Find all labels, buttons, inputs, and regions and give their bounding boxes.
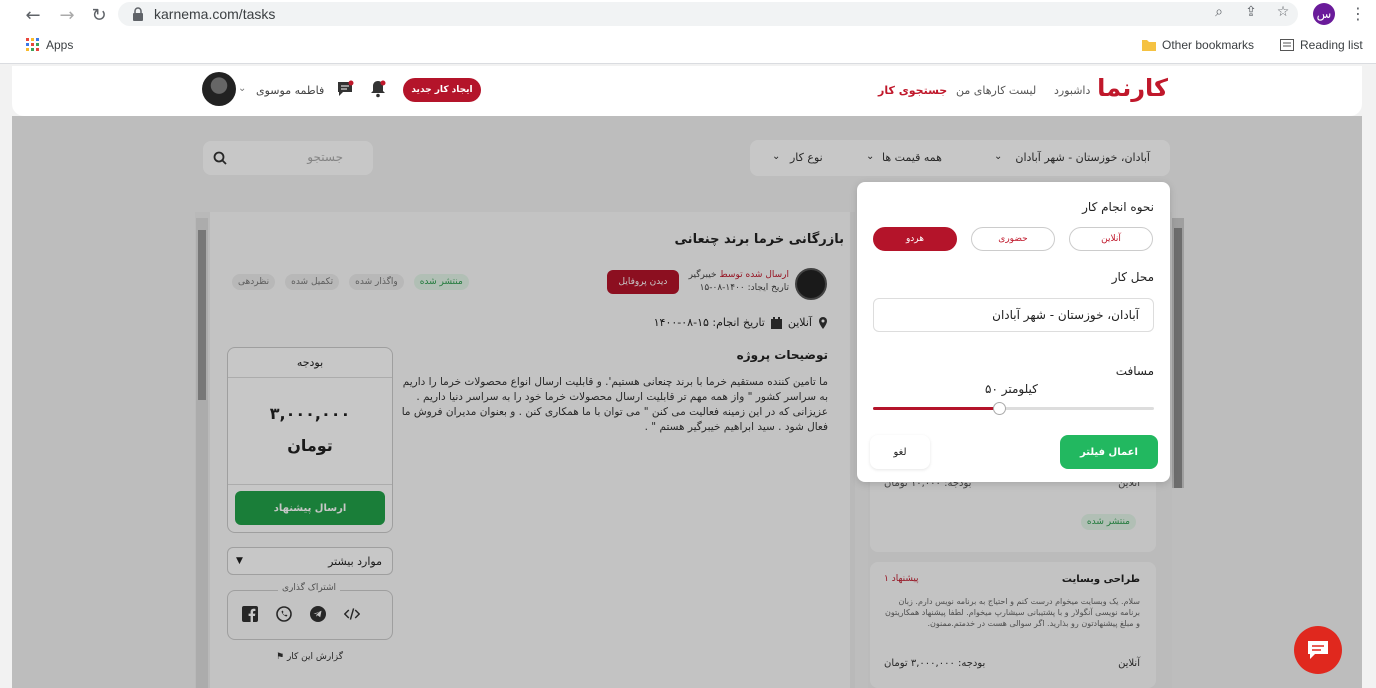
menu-icon[interactable]: ⋮ bbox=[1350, 4, 1366, 23]
browser-chrome: ← → ↻ karnema.com/tasks ⌕ ⇪ ☆ س ⋮ Apps O… bbox=[0, 0, 1376, 64]
chevron-down-icon[interactable]: ⌄ bbox=[238, 83, 246, 94]
profile-avatar[interactable]: س bbox=[1313, 3, 1335, 25]
distance-title: مسافت bbox=[1115, 364, 1154, 378]
mode-online-button[interactable]: آنلاین bbox=[1069, 227, 1153, 251]
folder-icon bbox=[1142, 40, 1156, 51]
share-icon[interactable]: ⇪ bbox=[1242, 3, 1260, 21]
nav-search-tasks[interactable]: جستجوی کار bbox=[878, 84, 947, 97]
bell-icon[interactable] bbox=[370, 80, 386, 98]
bookmark-apps[interactable]: Apps bbox=[26, 38, 73, 52]
filter-popup: نحوه انجام کار آنلاین حضوری هردو محل کار… bbox=[857, 182, 1170, 482]
site-logo[interactable]: کارنما bbox=[1097, 74, 1168, 102]
reload-icon[interactable]: ↻ bbox=[88, 4, 110, 26]
address-bar[interactable]: karnema.com/tasks bbox=[118, 2, 1298, 26]
forward-icon[interactable]: → bbox=[56, 4, 78, 26]
location-value: آبادان، خوزستان - شهر آبادان bbox=[992, 308, 1139, 322]
slider-fill bbox=[873, 407, 1000, 410]
mode-onsite-button[interactable]: حضوری bbox=[971, 227, 1055, 251]
back-icon[interactable]: ← bbox=[22, 4, 44, 26]
messages-icon[interactable] bbox=[336, 80, 354, 98]
location-title: محل کار bbox=[1111, 270, 1154, 284]
user-name[interactable]: فاطمه موسوی bbox=[256, 84, 324, 97]
chat-bubble-icon bbox=[1308, 641, 1328, 659]
distance-slider[interactable] bbox=[873, 402, 1154, 415]
distance-value: ۵۰ کیلومتر bbox=[985, 382, 1038, 396]
nav-dashboard[interactable]: داشبورد bbox=[1054, 84, 1090, 97]
nav-my-tasks[interactable]: لیست کارهای من bbox=[956, 84, 1036, 97]
star-icon[interactable]: ☆ bbox=[1274, 3, 1292, 21]
site-header: کارنما داشبورد لیست کارهای من جستجوی کار… bbox=[12, 66, 1362, 116]
location-field[interactable]: آبادان، خوزستان - شهر آبادان bbox=[873, 298, 1154, 332]
support-chat-button[interactable] bbox=[1294, 626, 1342, 674]
bookmark-other-label: Other bookmarks bbox=[1162, 38, 1255, 52]
lock-icon bbox=[133, 7, 143, 21]
new-task-button[interactable]: ایجاد کار جدید bbox=[403, 78, 481, 102]
bookmarks-bar: Apps Other bookmarks Reading list bbox=[0, 32, 1376, 60]
reading-list-label: Reading list bbox=[1300, 38, 1363, 52]
work-mode-title: نحوه انجام کار bbox=[1082, 200, 1154, 214]
cancel-button[interactable]: لغو bbox=[870, 435, 930, 469]
reading-list-icon bbox=[1280, 39, 1294, 51]
bookmark-apps-label: Apps bbox=[46, 38, 74, 52]
user-avatar[interactable] bbox=[202, 72, 236, 106]
reading-list[interactable]: Reading list bbox=[1280, 38, 1363, 52]
mode-both-button[interactable]: هردو bbox=[873, 227, 957, 251]
apply-filter-button[interactable]: اعمال فیلتر bbox=[1060, 435, 1158, 469]
url-text: karnema.com/tasks bbox=[154, 6, 276, 22]
zoom-icon[interactable]: ⌕ bbox=[1210, 3, 1228, 21]
bookmark-other[interactable]: Other bookmarks bbox=[1142, 38, 1254, 52]
slider-handle[interactable] bbox=[993, 402, 1007, 415]
apps-grid-icon bbox=[26, 38, 39, 51]
